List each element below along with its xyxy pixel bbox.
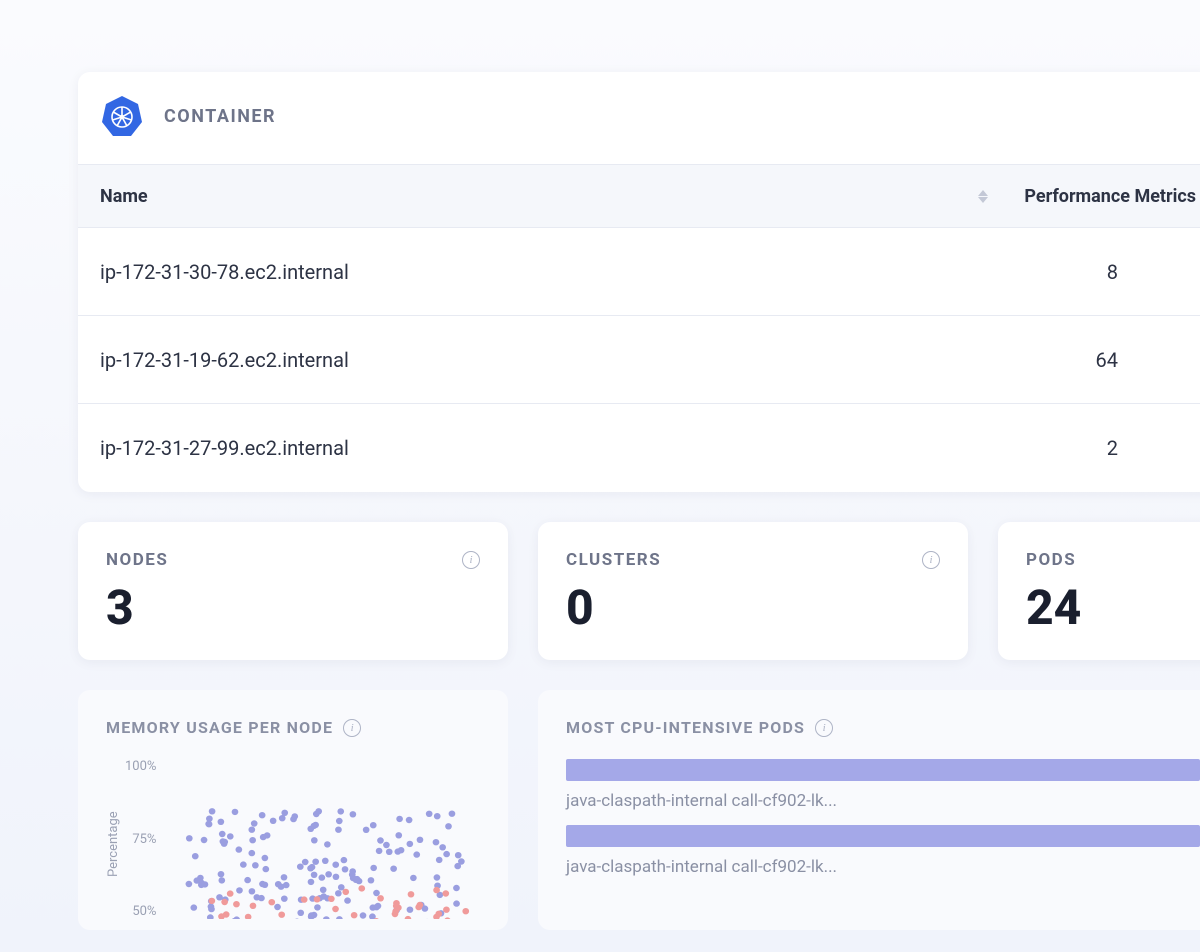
y-axis-ticks: 100% 75% 50% (125, 759, 166, 919)
tick-100: 100% (125, 759, 156, 774)
clusters-card: CLUSTERS i 0 (538, 522, 968, 660)
pod-bar (566, 759, 1200, 781)
memory-usage-panel: MEMORY USAGE PER NODE i Percentage 100% … (78, 690, 508, 930)
info-icon[interactable]: i (343, 719, 361, 737)
cell-name: ip-172-31-19-62.ec2.internal (100, 348, 976, 372)
pod-label: java-claspath-internal call-cf902-lk... (566, 857, 1200, 877)
panel-header: CONTAINER (78, 72, 1200, 164)
charts-row: MEMORY USAGE PER NODE i Percentage 100% … (78, 690, 1200, 930)
column-performance-metrics[interactable]: Performance Metrics (1024, 186, 1196, 207)
nodes-value: 3 (106, 584, 480, 632)
cell-metrics: 8 (976, 260, 1196, 284)
nodes-card: NODES i 3 (78, 522, 508, 660)
memory-chart-title: MEMORY USAGE PER NODE (106, 718, 333, 737)
column-metrics-label: Performance Metrics (1024, 186, 1196, 207)
cell-name: ip-172-31-27-99.ec2.internal (100, 436, 976, 460)
metrics-row: NODES i 3 CLUSTERS i 0 PODS 24 (78, 522, 1200, 660)
pods-value: 24 (1026, 584, 1200, 632)
clusters-value: 0 (566, 584, 940, 632)
cpu-chart-title: MOST CPU-INTENSIVE PODS (566, 718, 805, 737)
info-icon[interactable]: i (815, 719, 833, 737)
column-name[interactable]: Name (100, 186, 978, 207)
pods-label: PODS (1026, 550, 1076, 570)
pods-card: PODS 24 (998, 522, 1200, 660)
pod-label: java-claspath-internal call-cf902-lk... (566, 791, 1200, 811)
cell-name: ip-172-31-30-78.ec2.internal (100, 260, 976, 284)
table-row[interactable]: ip-172-31-30-78.ec2.internal 8 (78, 228, 1200, 316)
tick-75: 75% (125, 832, 156, 847)
scatter-plot (166, 759, 480, 919)
info-icon[interactable]: i (462, 551, 480, 569)
table-row[interactable]: ip-172-31-19-62.ec2.internal 64 (78, 316, 1200, 404)
clusters-label: CLUSTERS (566, 550, 661, 570)
container-panel: CONTAINER Name Performance Metrics ip-17… (78, 72, 1200, 492)
table-header: Name Performance Metrics (78, 164, 1200, 228)
column-name-label: Name (100, 186, 148, 207)
pod-bar (566, 825, 1200, 847)
cpu-pod-list: java-claspath-internal call-cf902-lk... … (566, 759, 1200, 877)
table-row[interactable]: ip-172-31-27-99.ec2.internal 2 (78, 404, 1200, 492)
y-axis-label: Percentage (106, 759, 121, 929)
kubernetes-icon (100, 94, 144, 138)
nodes-label: NODES (106, 550, 168, 570)
cell-metrics: 2 (976, 436, 1196, 460)
tick-50: 50% (125, 904, 156, 919)
sort-icon[interactable] (978, 190, 988, 203)
cell-metrics: 64 (976, 348, 1196, 372)
cpu-intensive-panel: MOST CPU-INTENSIVE PODS i java-claspath-… (538, 690, 1200, 930)
panel-title: CONTAINER (164, 106, 276, 127)
info-icon[interactable]: i (922, 551, 940, 569)
